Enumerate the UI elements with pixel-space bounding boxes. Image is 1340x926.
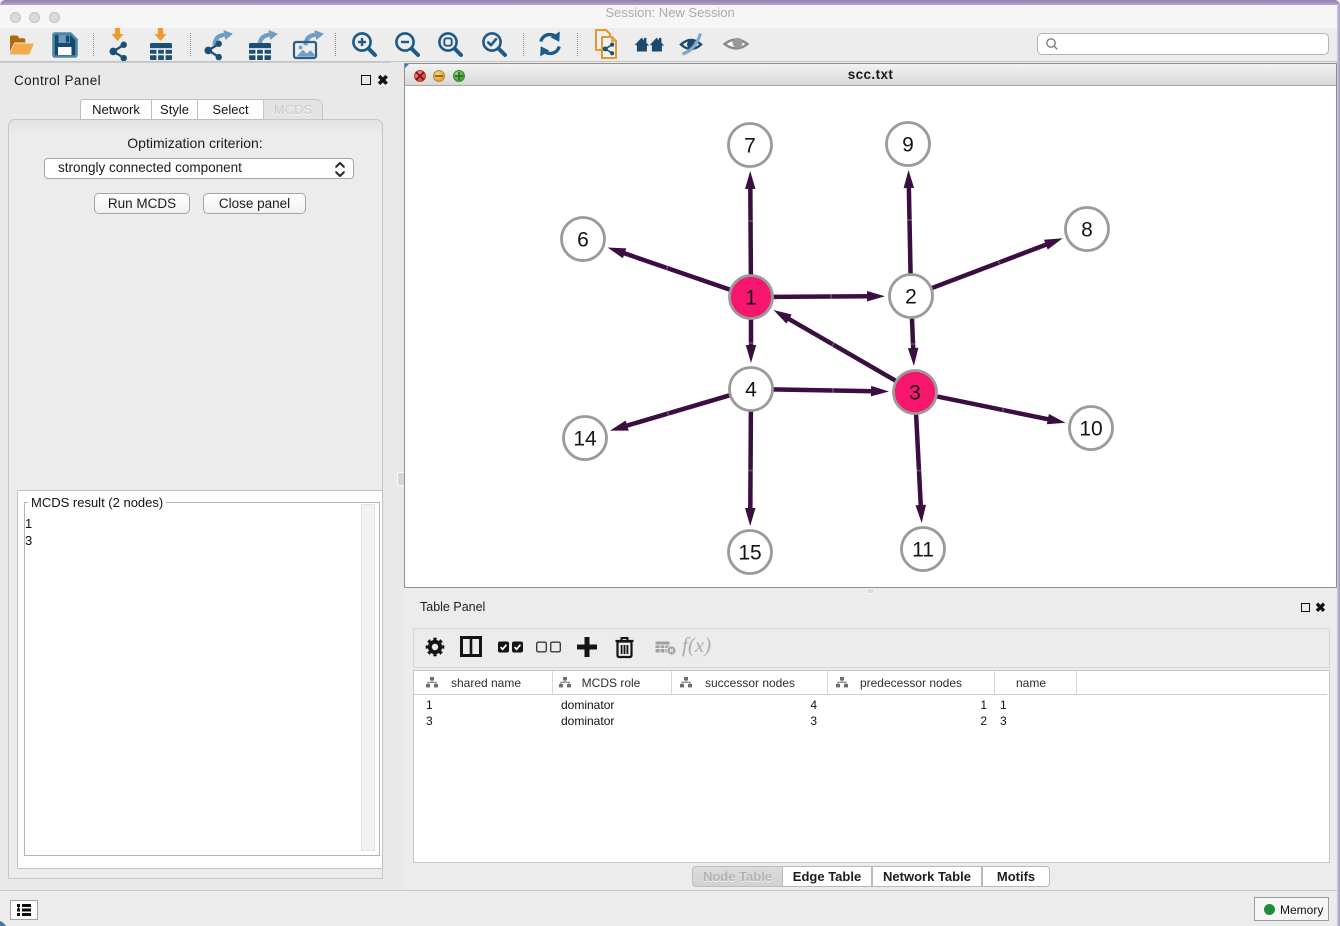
svg-text:9: 9: [902, 134, 914, 157]
svg-text:11: 11: [912, 539, 934, 562]
svg-text:4: 4: [745, 379, 757, 402]
svg-text:3: 3: [909, 382, 921, 405]
svg-text:14: 14: [573, 428, 597, 451]
svg-text:f(x): f(x): [682, 635, 711, 657]
svg-text:7: 7: [744, 135, 756, 158]
svg-text:15: 15: [738, 542, 761, 565]
svg-text:1: 1: [745, 287, 757, 310]
svg-text:6: 6: [577, 229, 589, 252]
svg-text:8: 8: [1081, 219, 1093, 242]
svg-text:10: 10: [1079, 418, 1102, 441]
svg-text:2: 2: [905, 286, 917, 309]
